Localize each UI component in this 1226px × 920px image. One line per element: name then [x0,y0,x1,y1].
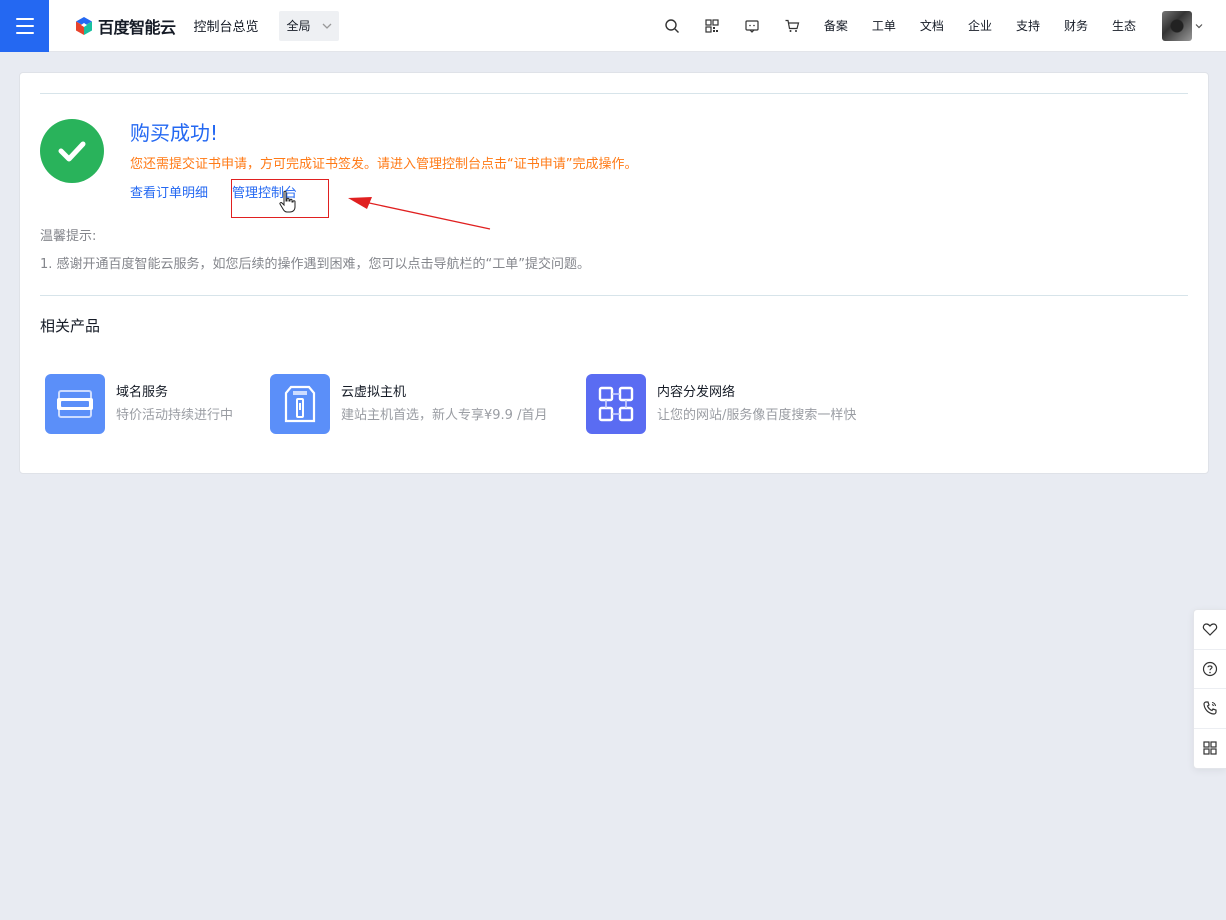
tips-label: 温馨提示: [40,229,97,244]
nav-link-ecosystem[interactable]: 生态 [1100,0,1148,52]
product-name: 内容分发网络 [657,384,736,400]
search-icon[interactable] [652,0,692,52]
success-title: 购买成功! [130,121,219,145]
region-value: 全局 [286,19,311,33]
chevron-down-icon [1195,23,1203,28]
product-desc: 建站主机首选，新人专享¥9.9 /首月 [341,407,548,423]
nav-link-docs[interactable]: 文档 [908,0,956,52]
product-desc: 特价活动持续进行中 [116,407,234,423]
product-name: 云虚拟主机 [341,384,407,400]
purchase-result-card: 购买成功! 您还需提交证书申请，方可完成证书签发。请进入管理控制台点击“证书申请… [19,72,1209,474]
divider [40,295,1188,296]
nav-link-icp[interactable]: 备案 [812,0,860,52]
tips-item: 1. 感谢开通百度智能云服务，如您后续的操作遇到困难，您可以点击导航栏的“工单”… [40,257,591,272]
divider [40,93,1188,94]
nav-link-ticket[interactable]: 工单 [860,0,908,52]
nav-right: 备案 工单 文档 企业 支持 财务 生态 [652,0,1226,52]
qrcode-icon[interactable] [692,0,732,52]
cdn-icon [586,374,646,434]
chevron-down-icon [322,23,332,29]
annotation-arrow [348,197,491,230]
success-check-icon [40,119,104,183]
brand-name: 百度智能云 [98,17,176,37]
related-products-list: 域名服务 特价活动持续进行中 云虚拟主机 建站主机首选，新人专享¥9.9 /首月 [45,374,856,434]
product-domain[interactable]: 域名服务 特价活动持续进行中 [45,374,270,434]
console-overview-link[interactable]: 控制台总览 [194,16,259,35]
apps-icon[interactable] [1194,729,1226,768]
region-select[interactable]: 全局 [278,10,339,41]
product-virtual-host[interactable]: 云虚拟主机 建站主机首选，新人专享¥9.9 /首月 [270,374,586,434]
cart-icon[interactable] [772,0,812,52]
nav-link-enterprise[interactable]: 企业 [956,0,1004,52]
product-desc: 让您的网站/服务像百度搜索一样快 [657,407,857,423]
floating-toolbar [1193,609,1226,769]
product-cdn[interactable]: 内容分发网络 让您的网站/服务像百度搜索一样快 [586,374,856,434]
avatar [1162,10,1192,41]
top-navbar: 百度智能云 控制台总览 全局 备案 工单 文档 企业 支持 财务 生态 [0,0,1226,52]
heart-icon[interactable] [1194,610,1226,650]
menu-icon[interactable] [0,0,49,52]
domain-icon [45,374,105,434]
nav-link-finance[interactable]: 财务 [1052,0,1100,52]
nav-link-support[interactable]: 支持 [1004,0,1052,52]
virtual-host-icon [270,374,330,434]
message-icon[interactable] [732,0,772,52]
product-name: 域名服务 [116,384,169,400]
related-products-title: 相关产品 [40,317,101,335]
certificate-notice: 您还需提交证书申请，方可完成证书签发。请进入管理控制台点击“证书申请”完成操作。 [130,157,638,172]
user-menu[interactable] [1162,10,1204,41]
help-icon[interactable] [1194,650,1226,689]
brand-cube-icon [76,16,92,35]
phone-icon[interactable] [1194,689,1226,729]
brand-logo[interactable]: 百度智能云 [74,14,176,38]
view-order-link[interactable]: 查看订单明细 [130,182,208,201]
hand-cursor-icon [279,190,296,213]
